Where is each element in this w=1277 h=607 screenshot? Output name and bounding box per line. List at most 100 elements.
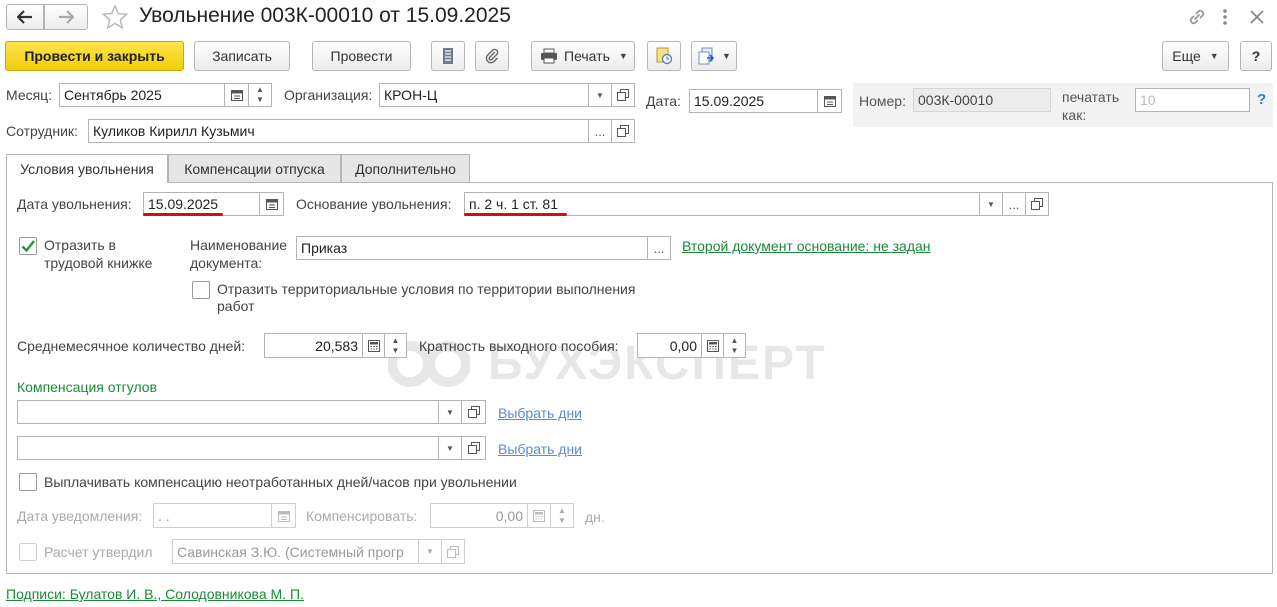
dismissal-reason-dropdown-button[interactable]: ▼ — [979, 192, 1003, 216]
organization-field[interactable]: КРОН-Ц — [379, 83, 589, 107]
dropdown-arrow-icon: ▼ — [446, 407, 454, 417]
report-button[interactable] — [647, 41, 681, 71]
post-and-close-button[interactable]: Провести и закрыть — [5, 41, 184, 71]
forward-button[interactable] — [44, 4, 88, 30]
avg-days-field[interactable]: 20,583 — [264, 333, 363, 358]
stepper-up-icon: ▲ — [730, 335, 739, 345]
time-off-2-open-button[interactable] — [461, 436, 486, 460]
link-icon[interactable] — [1186, 6, 1208, 28]
dismissal-date-calendar-button[interactable] — [259, 192, 284, 216]
stepper-up-icon: ▲ — [256, 85, 264, 94]
ellipsis-icon: ... — [1008, 196, 1020, 212]
month-label: Месяц: — [6, 87, 53, 103]
stepper-down-icon: ▼ — [558, 515, 566, 525]
open-icon — [1031, 198, 1043, 210]
kebab-menu-icon[interactable] — [1220, 7, 1230, 27]
back-button[interactable] — [6, 4, 44, 30]
more-button[interactable]: Еще ▼ — [1162, 41, 1229, 71]
stepper-up-icon: ▲ — [391, 335, 400, 345]
calendar-icon — [277, 510, 290, 522]
time-off-1-dropdown-button[interactable]: ▼ — [438, 400, 462, 424]
avg-days-calculator-button[interactable] — [362, 333, 385, 358]
date-label: Дата: — [646, 93, 681, 109]
calculator-icon — [533, 509, 545, 522]
time-off-field-1[interactable] — [17, 400, 439, 424]
tab-additional[interactable]: Дополнительно — [341, 154, 470, 182]
workbook-checkbox[interactable] — [19, 237, 37, 255]
organization-dropdown-button[interactable]: ▼ — [588, 83, 612, 107]
dropdown-arrow-icon: ▼ — [618, 51, 628, 61]
date-calendar-button[interactable] — [817, 89, 842, 113]
help-button[interactable]: ? — [1240, 41, 1272, 71]
time-off-1-open-button[interactable] — [461, 400, 486, 424]
dismissal-reason-select-button[interactable]: ... — [1002, 192, 1026, 216]
severance-stepper[interactable]: ▲ ▼ — [723, 333, 746, 358]
dropdown-arrow-icon: ▼ — [1209, 51, 1219, 61]
organization-label: Организация: — [284, 87, 373, 103]
document-name-select-button[interactable]: ... — [647, 236, 671, 260]
printer-icon — [541, 48, 557, 64]
stepper-down-icon: ▼ — [730, 345, 739, 355]
structure-button[interactable] — [431, 41, 465, 71]
avg-days-stepper[interactable]: ▲ ▼ — [384, 333, 407, 358]
approved-checkbox — [19, 543, 37, 561]
dropdown-arrow-icon: ▼ — [446, 443, 454, 453]
notice-date-field: . . — [153, 503, 272, 528]
close-icon[interactable] — [1248, 8, 1266, 26]
notice-date-calendar-button — [271, 503, 296, 528]
severance-label: Кратность выходного пособия: — [419, 338, 619, 354]
compensate-calculator-button — [527, 503, 551, 528]
pay-compensation-checkbox[interactable] — [19, 473, 37, 491]
save-button[interactable]: Записать — [194, 41, 290, 71]
time-off-2-dropdown-button[interactable]: ▼ — [438, 436, 462, 460]
dropdown-arrow-icon: ▼ — [722, 51, 731, 61]
create-based-on-button[interactable]: ▼ — [691, 41, 737, 71]
attach-button[interactable] — [475, 41, 509, 71]
territorial-label-line2: работ — [217, 298, 255, 314]
help-link[interactable]: ? — [1257, 91, 1266, 108]
calculator-icon — [367, 339, 380, 352]
post-button[interactable]: Провести — [312, 41, 411, 71]
employee-open-button[interactable] — [611, 119, 635, 143]
signatures-link[interactable]: Подписи: Булатов И. В., Солодовникова М.… — [6, 586, 304, 602]
dismissal-reason-open-button[interactable] — [1025, 192, 1049, 216]
dropdown-arrow-icon: ▼ — [987, 199, 995, 209]
workbook-label: Отразить в трудовой книжке — [44, 236, 152, 272]
calendar-icon — [265, 199, 278, 210]
territorial-checkbox[interactable] — [192, 281, 210, 299]
dismissal-date-highlight — [143, 213, 223, 216]
calculator-icon — [706, 339, 719, 352]
month-calendar-button[interactable] — [224, 83, 249, 107]
organization-open-button[interactable] — [611, 83, 635, 107]
approved-label: Расчет утвердил — [44, 544, 153, 560]
month-stepper[interactable]: ▲ ▼ — [248, 83, 272, 107]
select-days-link-1[interactable]: Выбрать дни — [498, 405, 582, 421]
month-field[interactable]: Сентябрь 2025 — [59, 83, 225, 107]
territorial-label-line1: Отразить территориальные условия по терр… — [217, 281, 636, 297]
print-as-field[interactable]: 10 — [1135, 88, 1250, 112]
ellipsis-icon: ... — [653, 240, 665, 256]
employee-select-button[interactable]: ... — [588, 119, 612, 143]
print-button[interactable]: Печать ▼ — [531, 41, 635, 71]
favorite-star-icon[interactable] — [101, 4, 129, 30]
checkmark-icon — [21, 240, 35, 253]
compensate-stepper: ▲ ▼ — [550, 503, 574, 528]
ellipsis-icon: ... — [594, 123, 606, 139]
document-name-field[interactable]: Приказ — [296, 236, 648, 260]
workbook-label-line2: трудовой книжке — [44, 255, 153, 271]
tab-dismissal-conditions[interactable]: Условия увольнения — [6, 154, 168, 183]
severance-calculator-button[interactable] — [701, 333, 724, 358]
territorial-label: Отразить территориальные условия по терр… — [217, 281, 635, 315]
tab-vacation-compensation[interactable]: Компенсации отпуска — [168, 154, 341, 182]
approved-by-open-button — [441, 539, 465, 564]
time-off-field-2[interactable] — [17, 436, 439, 460]
second-document-link[interactable]: Второй документ основание: не задан — [682, 238, 931, 254]
severance-field[interactable]: 0,00 — [637, 333, 702, 358]
select-days-link-2[interactable]: Выбрать дни — [498, 441, 582, 457]
workbook-label-line1: Отразить в — [44, 237, 116, 253]
open-icon — [617, 89, 629, 101]
date-field[interactable]: 15.09.2025 — [689, 89, 818, 113]
employee-field[interactable]: Куликов Кирилл Кузьмич — [88, 119, 589, 143]
window-title: Увольнение 003К-00010 от 15.09.2025 — [139, 4, 511, 27]
dropdown-arrow-icon: ▼ — [596, 90, 604, 100]
